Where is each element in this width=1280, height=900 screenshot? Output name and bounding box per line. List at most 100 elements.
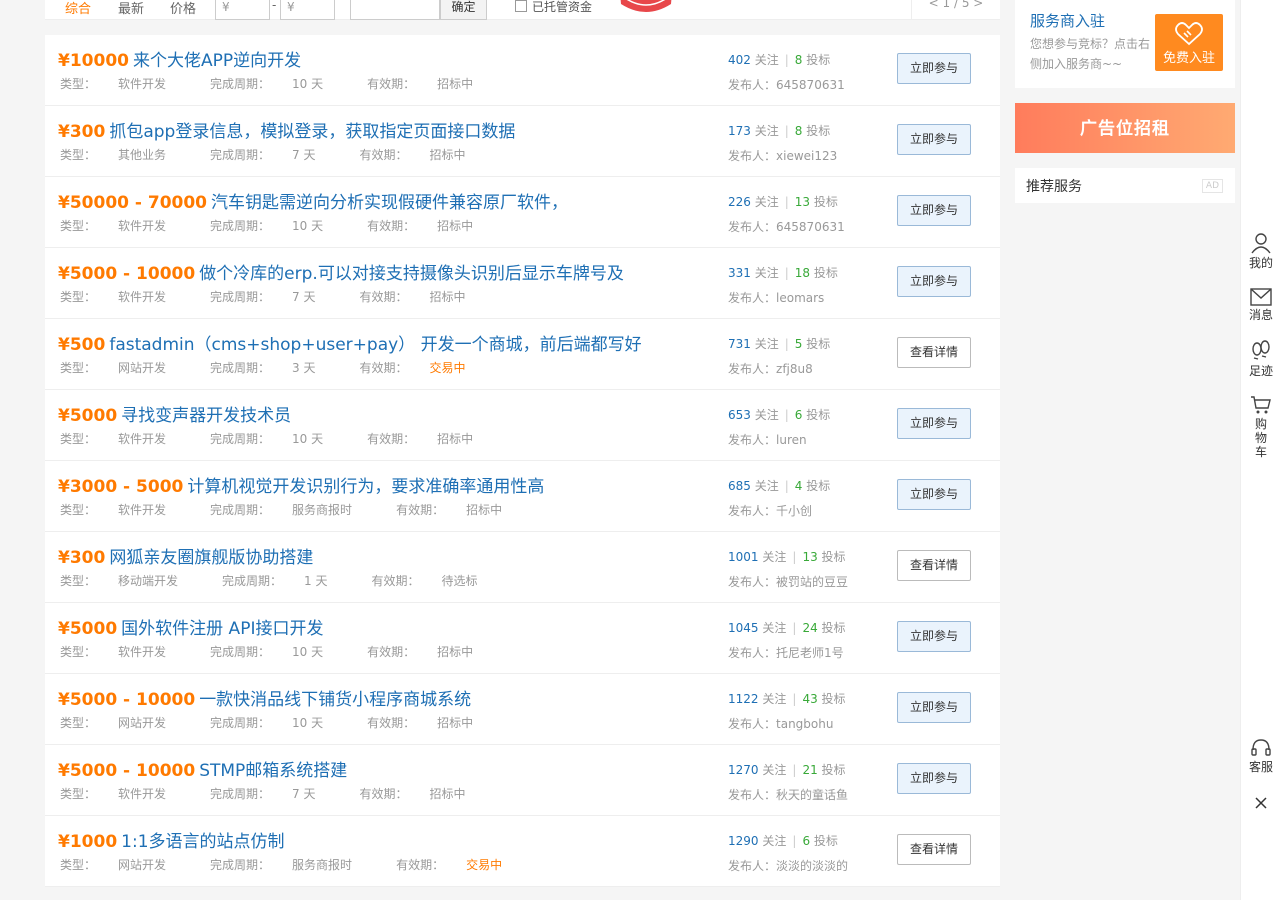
task-title[interactable]: 计算机视觉开发识别行为，要求准确率通用性高 — [187, 477, 544, 497]
task-type: 类型： 软件开发 — [60, 77, 188, 91]
task-title[interactable]: 1:1多语言的站点仿制 — [121, 832, 284, 852]
toolbar-service[interactable]: 客服 — [1241, 738, 1280, 774]
task-title[interactable]: 寻找变声器开发技术员 — [121, 406, 291, 426]
task-title-link[interactable]: ¥500 fastadmin（cms+shop+user+pay） 开发一个商城，… — [58, 330, 642, 355]
keyword-input[interactable] — [350, 0, 440, 20]
follow-label: 关注 — [762, 550, 787, 564]
task-title[interactable]: 做个冷库的erp.可以对接支持摄像头识别后显示车牌号及 — [199, 264, 624, 284]
task-title-link[interactable]: ¥10000 来个大佬APP逆向开发 — [58, 46, 301, 71]
task-status: 交易中 — [429, 361, 466, 375]
task-validity: 有效期： 招标中 — [367, 219, 495, 233]
task-title-link[interactable]: ¥5000 - 10000 一款快消品线下铺货小程序商城系统 — [58, 685, 471, 710]
pager[interactable]: < 1 / 5 > — [911, 0, 1000, 20]
join-now-button[interactable]: 立即参与 — [897, 53, 971, 84]
price-min-input[interactable]: ¥ — [215, 0, 270, 20]
bid-count: 8 — [794, 124, 803, 138]
task-status: 交易中 — [466, 858, 503, 872]
stats-divider: | — [784, 53, 789, 67]
toolbar-messages[interactable]: 消息 — [1241, 288, 1280, 322]
bid-label: 投标 — [806, 53, 831, 67]
task-title-link[interactable]: ¥5000 - 10000 STMP邮箱系统搭建 — [58, 756, 347, 781]
task-title-link[interactable]: ¥5000 - 10000 做个冷库的erp.可以对接支持摄像头识别后显示车牌号及 — [58, 259, 624, 284]
task-title[interactable]: 来个大佬APP逆向开发 — [133, 51, 301, 71]
task-publisher: 发布人：leomars — [728, 289, 824, 306]
task-row: ¥10000 来个大佬APP逆向开发 类型： 软件开发 完成周期： 10 天 有效期： 招标中… — [45, 35, 1000, 106]
task-period-prefix: 完成周期： — [210, 858, 271, 872]
publisher-name: 645870631 — [776, 220, 845, 234]
bid-label: 投标 — [806, 124, 831, 138]
task-row: ¥5000 寻找变声器开发技术员 类型： 软件开发 完成周期： 10 天 有效期： 招标中 65… — [45, 390, 1000, 461]
badge-icon — [615, 0, 677, 20]
follow-label: 关注 — [762, 834, 787, 848]
publisher-prefix: 发布人： — [728, 575, 777, 589]
task-title[interactable]: 汽车钥匙需逆向分析实现假硬件兼容原厂软件， — [211, 193, 568, 213]
task-type-prefix: 类型： — [60, 432, 97, 446]
task-meta: 类型： 软件开发 完成周期： 10 天 有效期： 招标中 — [60, 643, 517, 660]
join-now-button[interactable]: 立即参与 — [897, 692, 971, 723]
toolbar-mine[interactable]: 我的 — [1241, 232, 1280, 270]
headset-icon — [1251, 739, 1271, 756]
task-title[interactable]: 国外软件注册 API接口开发 — [121, 619, 323, 639]
task-period-value: 服务商报时 — [292, 503, 353, 517]
publisher-name: 645870631 — [776, 78, 845, 92]
task-price: ¥5000 - 10000 — [58, 761, 196, 781]
bid-label: 投标 — [806, 337, 831, 351]
join-now-button[interactable]: 立即参与 — [897, 266, 971, 297]
task-period-value: 10 天 — [292, 432, 324, 446]
escrow-checkbox[interactable] — [515, 0, 527, 12]
task-title[interactable]: fastadmin（cms+shop+user+pay） 开发一个商城，前后端都… — [109, 335, 641, 355]
task-row: ¥3000 - 5000 计算机视觉开发识别行为，要求准确率通用性高 类型： 软件开发… — [45, 461, 1000, 532]
task-row: ¥5000 - 10000 做个冷库的erp.可以对接支持摄像头识别后显示车牌号及… — [45, 248, 1000, 319]
task-publisher: 发布人：645870631 — [728, 76, 845, 93]
task-validity-prefix: 有效期： — [367, 77, 416, 91]
follow-count: 1270 — [728, 763, 759, 777]
close-toolbar-button[interactable] — [1241, 796, 1280, 812]
provider-title[interactable]: 服务商入驻 — [1030, 10, 1105, 31]
follow-label: 关注 — [754, 408, 779, 422]
follow-count: 1001 — [728, 550, 759, 564]
bid-count: 5 — [794, 337, 803, 351]
sort-tab-newest[interactable]: 最新 — [118, 0, 144, 17]
bid-count: 13 — [794, 195, 811, 209]
task-title-link[interactable]: ¥300 抓包app登录信息，模拟登录，获取指定页面接口数据 — [58, 117, 515, 142]
confirm-button[interactable]: 确定 — [440, 0, 487, 20]
task-price: ¥5000 - 10000 — [58, 690, 196, 710]
join-now-button[interactable]: 立即参与 — [897, 763, 971, 794]
task-validity: 有效期： 招标中 — [367, 645, 495, 659]
free-join-button[interactable]: 免费入驻 — [1155, 14, 1223, 71]
join-now-button[interactable]: 立即参与 — [897, 195, 971, 226]
toolbar-footprint[interactable]: 足迹 — [1241, 340, 1280, 378]
task-title[interactable]: STMP邮箱系统搭建 — [199, 761, 347, 781]
ad-banner[interactable]: 广告位招租 — [1015, 103, 1235, 153]
join-now-button[interactable]: 立即参与 — [897, 479, 971, 510]
view-details-button[interactable]: 查看详情 — [897, 550, 971, 581]
task-title-link[interactable]: ¥300 网狐亲友圈旗舰版协助搭建 — [58, 543, 313, 568]
task-stats: 1001 关注 | 13 投标 — [728, 548, 846, 565]
task-publisher: 发布人：被罚站的豆豆 — [728, 573, 848, 590]
join-now-button[interactable]: 立即参与 — [897, 408, 971, 439]
task-title-link[interactable]: ¥3000 - 5000 计算机视觉开发识别行为，要求准确率通用性高 — [58, 472, 544, 497]
view-details-button[interactable]: 查看详情 — [897, 834, 971, 865]
task-title-link[interactable]: ¥50000 - 70000 汽车钥匙需逆向分析实现假硬件兼容原厂软件， — [58, 188, 568, 213]
task-validity-prefix: 有效期： — [359, 787, 408, 801]
task-validity: 有效期： 招标中 — [367, 77, 495, 91]
task-title-link[interactable]: ¥1000 1:1多语言的站点仿制 — [58, 827, 285, 852]
follow-count: 331 — [728, 266, 751, 280]
task-type-value: 软件开发 — [118, 77, 167, 91]
task-meta: 类型： 软件开发 完成周期： 10 天 有效期： 招标中 — [60, 217, 517, 234]
view-details-button[interactable]: 查看详情 — [897, 337, 971, 368]
price-max-input[interactable]: ¥ — [280, 0, 335, 20]
task-title-link[interactable]: ¥5000 国外软件注册 API接口开发 — [58, 614, 323, 639]
task-publisher: 发布人：托尼老师1号 — [728, 644, 844, 661]
task-title[interactable]: 网狐亲友圈旗舰版协助搭建 — [109, 548, 313, 568]
join-now-button[interactable]: 立即参与 — [897, 124, 971, 155]
task-title[interactable]: 一款快消品线下铺货小程序商城系统 — [199, 690, 471, 710]
sort-tab-comprehensive[interactable]: 综合 — [65, 0, 91, 17]
task-period-value: 服务商报时 — [292, 858, 353, 872]
task-title-link[interactable]: ¥5000 寻找变声器开发技术员 — [58, 401, 291, 426]
sort-tab-price[interactable]: 价格 — [170, 0, 196, 17]
toolbar-cart[interactable]: 购物车 — [1241, 395, 1280, 459]
join-now-button[interactable]: 立即参与 — [897, 621, 971, 652]
filter-bar: 综合 最新 价格 ¥ - ¥ 确定 已托管资金 < 1 / 5 > — [45, 0, 1000, 20]
task-title[interactable]: 抓包app登录信息，模拟登录，获取指定页面接口数据 — [109, 122, 515, 142]
